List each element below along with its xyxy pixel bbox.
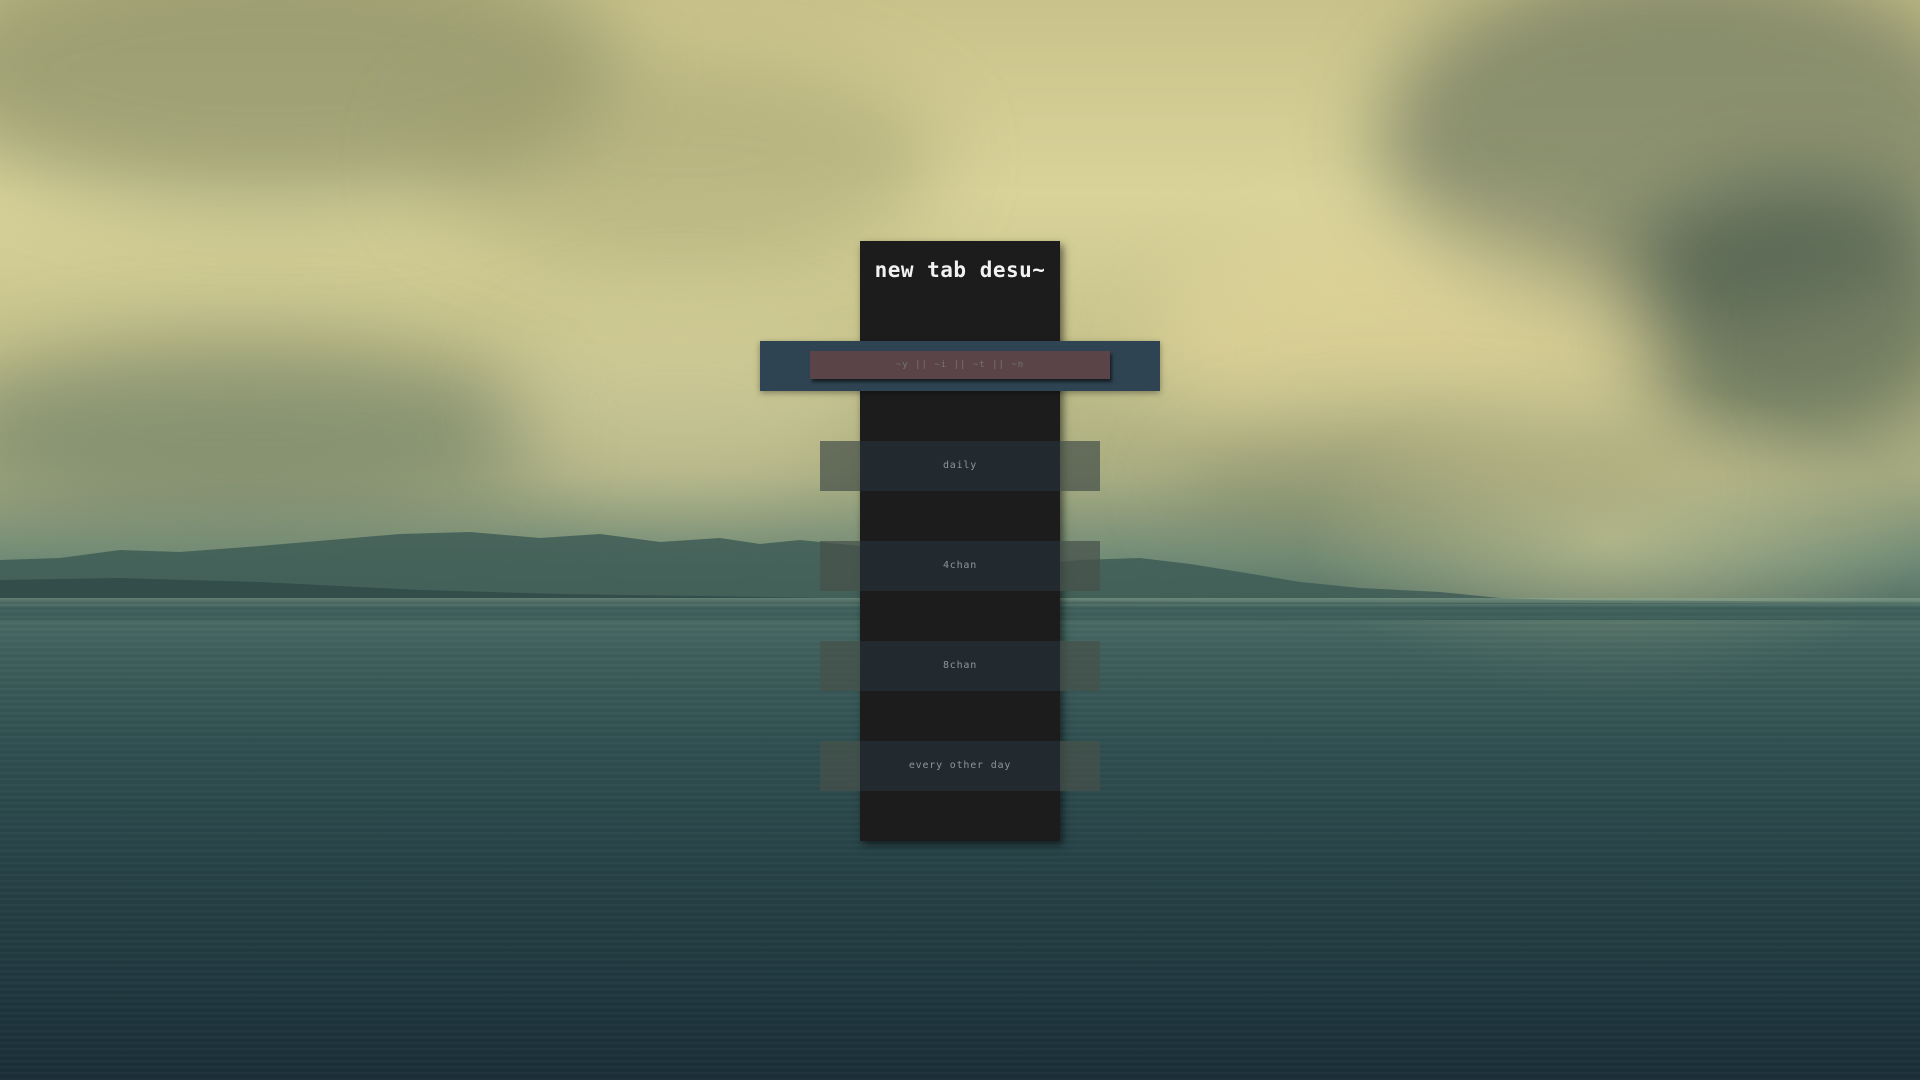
link-wing-left	[820, 641, 860, 691]
link-every-other-day[interactable]: every other day	[860, 741, 1060, 791]
cloud-shape	[0, 340, 540, 520]
search-input[interactable]	[810, 351, 1110, 379]
link-daily[interactable]: daily	[860, 441, 1060, 491]
link-wing-left	[820, 741, 860, 791]
desktop-background: new tab desu~ daily 4chan 8chan every ot…	[0, 0, 1920, 1080]
link-wing-left	[820, 541, 860, 591]
link-row-4chan: 4chan	[820, 541, 1100, 591]
cloud-shape	[420, 60, 940, 260]
link-wing-right	[1060, 541, 1100, 591]
link-wing-right	[1060, 441, 1100, 491]
link-wing-right	[1060, 741, 1100, 791]
link-4chan[interactable]: 4chan	[860, 541, 1060, 591]
link-wing-right	[1060, 641, 1100, 691]
link-row-daily: daily	[820, 441, 1100, 491]
link-row-8chan: 8chan	[820, 641, 1100, 691]
link-8chan[interactable]: 8chan	[860, 641, 1060, 691]
cloud-shape	[500, 300, 860, 500]
page-title: new tab desu~	[874, 258, 1046, 282]
link-wing-left	[820, 441, 860, 491]
link-row-every-other-day: every other day	[820, 741, 1100, 791]
